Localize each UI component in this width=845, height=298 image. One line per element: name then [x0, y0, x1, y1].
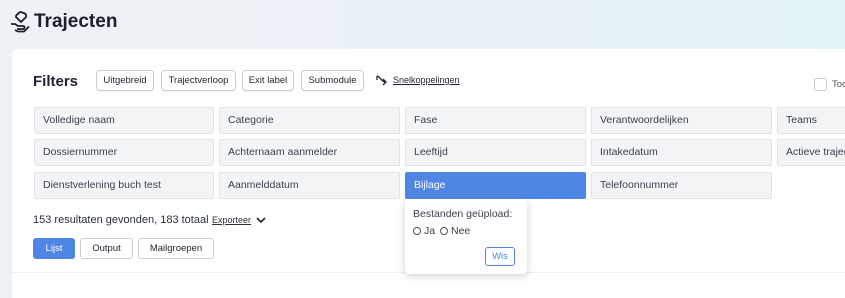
uitgebreid-button[interactable]: Uitgebreid	[96, 70, 154, 91]
filter-leeftijd[interactable]: Leeftijd	[405, 139, 586, 166]
radio-nee[interactable]: Nee	[440, 225, 470, 237]
filter-actieve-trajecten[interactable]: Actieve trajec	[777, 139, 845, 166]
filter-checkbox-label: Too	[832, 79, 845, 90]
filter-achternaam-aanmelder[interactable]: Achternaam aanmelder	[219, 139, 400, 166]
page-header: Trajecten	[0, 0, 845, 48]
filter-dossiernummer[interactable]: Dossiernummer	[34, 139, 214, 166]
filters-heading: Filters	[33, 73, 79, 90]
radio-nee-label: Nee	[451, 225, 471, 237]
filter-dienstverlening[interactable]: Dienstverlening buch test	[34, 172, 214, 199]
filter-bijlage[interactable]: Bijlage	[405, 172, 586, 199]
filter-panel: Filters Uitgebreid Trajectverloop Exit l…	[12, 49, 845, 298]
trajectverloop-button[interactable]: Trajectverloop	[161, 70, 236, 91]
hand-heart-icon	[11, 11, 30, 33]
submodule-button[interactable]: Submodule	[301, 70, 364, 91]
tab-mailgroepen[interactable]: Mailgroepen	[138, 238, 214, 259]
filter-fase[interactable]: Fase	[405, 107, 586, 134]
results-summary: 153 resultaten gevonden, 183 totaal	[33, 214, 209, 226]
popover-title: Bestanden geüpload:	[413, 208, 513, 220]
link-arrow-icon	[376, 75, 387, 86]
clear-button[interactable]: Wis	[485, 247, 515, 266]
bijlage-popover: Bestanden geüpload: Ja Nee Wis	[405, 199, 527, 274]
radio-ja-label: Ja	[424, 225, 436, 237]
filter-telefoonnummer[interactable]: Telefoonnummer	[591, 172, 772, 199]
filter-categorie[interactable]: Categorie	[219, 107, 400, 134]
chevron-down-icon[interactable]	[256, 216, 266, 224]
radio-circle-icon	[413, 227, 421, 235]
tab-lijst[interactable]: Lijst	[33, 238, 75, 259]
radio-ja[interactable]: Ja	[413, 225, 435, 237]
filter-intakedatum[interactable]: Intakedatum	[591, 139, 772, 166]
export-link[interactable]: Exporteer	[212, 215, 251, 225]
filter-volledige-naam[interactable]: Volledige naam	[34, 107, 214, 134]
filter-verantwoordelijken[interactable]: Verantwoordelijken	[591, 107, 772, 134]
page-title: Trajecten	[34, 11, 118, 32]
exit-label-button[interactable]: Exit label	[242, 70, 294, 91]
tab-output[interactable]: Output	[80, 238, 133, 259]
filter-teams[interactable]: Teams	[777, 107, 845, 134]
filter-checkbox[interactable]	[814, 78, 827, 91]
quicklinks-label: Snelkoppelingen	[393, 75, 460, 85]
filter-aanmelddatum[interactable]: Aanmelddatum	[219, 172, 400, 199]
radio-circle-icon	[440, 227, 448, 235]
